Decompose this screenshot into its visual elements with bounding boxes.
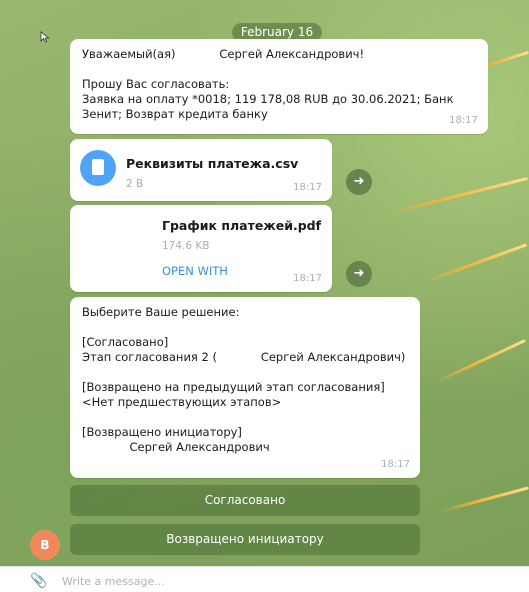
file-name: График платежей.pdf [162,218,322,233]
forward-icon[interactable]: ➜ [346,261,372,287]
file-name: Реквизиты платежа.csv [126,156,299,171]
message-line [82,365,408,380]
message-composer: 📎 [0,566,529,592]
return-to-initiator-button[interactable]: Возвращено инициатору [70,524,420,555]
message-line: [Возвращено инициатору] [82,425,242,439]
message-line: Заявка на оплату *0018; 119 178,08 RUB д… [82,92,454,106]
attach-icon[interactable]: 📎 [30,573,47,589]
message-line: Уважаемый(ая) Сергей Александрович! [82,47,365,61]
message-input[interactable] [62,571,502,591]
message-line: Этап согласования 2 ( Сергей Александров… [82,350,406,364]
approve-button[interactable]: Согласовано [70,485,420,516]
message-line: Сергей Александрович [82,440,270,454]
open-with-button[interactable]: OPEN WITH [162,264,228,279]
forward-icon[interactable]: ➜ [346,169,372,195]
file-size: 2 B [126,178,144,190]
message-time: 18:17 [381,459,410,470]
file-message-pdf[interactable]: График платежей.pdf 174.6 KB OPEN WITH 1… [70,205,332,292]
mouse-cursor-icon [40,31,50,43]
message-line [82,410,408,425]
message-line: Выберите Ваше решение: [82,305,240,319]
message-line: Зенит; Возврат кредита банку [82,107,268,121]
file-message-csv[interactable]: Реквизиты платежа.csv 2 B 18:17 [70,139,332,201]
message-line: [Возвращено на предыдущий этап согласова… [82,380,385,394]
message-time: 18:17 [293,182,322,193]
message-line [82,320,408,335]
document-icon[interactable] [80,150,116,186]
message-line [82,62,476,77]
message-time: 18:17 [449,115,478,126]
message-time: 18:17 [293,273,322,284]
avatar[interactable]: B [30,530,60,560]
message-line: <Нет предшествующих этапов> [82,395,282,409]
approval-request-message[interactable]: Уважаемый(ая) Сергей Александрович! Прош… [70,39,488,134]
message-line: Прошу Вас согласовать: [82,77,230,91]
file-size: 174.6 KB [162,240,210,252]
decision-message[interactable]: Выберите Ваше решение: [Согласовано] Эта… [70,297,420,478]
message-line: [Согласовано] [82,335,169,349]
